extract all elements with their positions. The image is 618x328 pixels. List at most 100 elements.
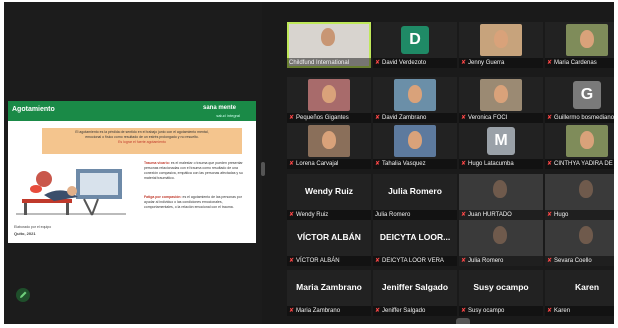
participant-name-label: Maria Zambrano bbox=[296, 308, 341, 314]
participant-name-bar: ✘ Lorena Carvajal bbox=[287, 159, 371, 169]
participant-name-bar: ✘ Maria Cardenas bbox=[545, 58, 614, 68]
participant-name-bar: Childfund International bbox=[287, 58, 371, 68]
participant-tile[interactable]: ✘ CINTHYA YADIRA DE ... bbox=[545, 123, 614, 169]
participant-profile-photo bbox=[480, 24, 522, 56]
mic-muted-icon: ✘ bbox=[547, 258, 553, 264]
participant-name-bar: ✘ Hugo Latacumba bbox=[459, 159, 543, 169]
participant-display-name: Maria Zambrano bbox=[296, 282, 362, 292]
panel-resize-handle[interactable] bbox=[261, 162, 265, 176]
participant-name-label: Maria Cardenas bbox=[554, 60, 597, 66]
shared-screen-area: Agotamiento sana mente salud integral El… bbox=[4, 2, 262, 324]
participant-name-label: Juan HURTADO bbox=[468, 212, 512, 218]
participant-name-bar: Julia Romero bbox=[373, 210, 457, 220]
mic-muted-icon: ✘ bbox=[547, 60, 553, 66]
participant-tile[interactable]: Jeniffer Salgado ✘ Jeniffer Salgado bbox=[373, 270, 457, 316]
slide-para1-term: Trauma vicario: bbox=[144, 161, 170, 165]
mic-muted-icon: ✘ bbox=[547, 115, 553, 121]
participant-tile[interactable]: Childfund International bbox=[287, 22, 371, 68]
participant-name-bar: ✘ VÍCTOR ALBÁN bbox=[287, 256, 371, 266]
participant-tile[interactable]: Karen ✘ Karen bbox=[545, 270, 614, 316]
participant-name-bar: ✘ Julia Romero bbox=[459, 256, 543, 266]
participant-name-bar: ✘ Hugo bbox=[545, 210, 614, 220]
participant-name-bar: ✘ Sevara Coello bbox=[545, 256, 614, 266]
slide-paragraph-2: Fatiga por compasión: es el agotamiento … bbox=[144, 195, 250, 210]
participant-name-label: Julia Romero bbox=[375, 212, 411, 218]
participant-name-bar: ✘ DEICYTA LOOR VERA bbox=[373, 256, 457, 266]
participant-name-label: Veronica FOCI bbox=[468, 115, 508, 121]
participant-name-bar: ✘ David Zambrano bbox=[373, 113, 457, 123]
annotate-pencil-icon[interactable] bbox=[16, 288, 30, 302]
gallery-page-handle[interactable] bbox=[456, 318, 470, 324]
participant-tile[interactable]: ✘ Sevara Coello bbox=[545, 220, 614, 266]
participant-tile[interactable]: ✘ Maria Cardenas bbox=[545, 22, 614, 68]
participant-tile[interactable]: ✘ David Zambrano bbox=[373, 77, 457, 123]
participant-tile[interactable]: G ✘ Guillermo bosmediano bbox=[545, 77, 614, 123]
mic-muted-icon: ✘ bbox=[461, 60, 467, 66]
participant-name-bar: ✘ CINTHYA YADIRA DE ... bbox=[545, 159, 614, 169]
participant-tile[interactable]: ✘ Lorena Carvajal bbox=[287, 123, 371, 169]
participant-tile[interactable]: DEICYTA LOOR... ✘ DEICYTA LOOR VERA bbox=[373, 220, 457, 266]
participant-name-bar: ✘ Jeniffer Salgado bbox=[373, 306, 457, 316]
participant-initial-avatar: D bbox=[401, 26, 429, 54]
participant-face bbox=[580, 131, 594, 149]
participant-face bbox=[494, 30, 508, 48]
participant-name-label: Pequeños Gigantes bbox=[296, 115, 349, 121]
mic-muted-icon: ✘ bbox=[289, 212, 295, 218]
participant-tile[interactable]: ✘ Pequeños Gigantes bbox=[287, 77, 371, 123]
shared-slide: Agotamiento sana mente salud integral El… bbox=[8, 101, 256, 243]
participant-display-name: Karen bbox=[574, 282, 600, 292]
participant-tile[interactable]: ✘ Juan HURTADO bbox=[459, 174, 543, 220]
participant-name-label: VÍCTOR ALBÁN bbox=[296, 258, 340, 264]
participant-name-bar: ✘ Tahalia Vasquez bbox=[373, 159, 457, 169]
participant-tile[interactable]: Susy ocampo ✘ Susy ocampo bbox=[459, 270, 543, 316]
mic-muted-icon: ✘ bbox=[461, 115, 467, 121]
mic-muted-icon: ✘ bbox=[461, 212, 467, 218]
participant-tile[interactable]: D ✘ David Verdezoto bbox=[373, 22, 457, 68]
participant-profile-photo bbox=[308, 79, 350, 111]
participant-name-label: DEICYTA LOOR VERA bbox=[382, 258, 444, 264]
participant-name-label: Sevara Coello bbox=[554, 258, 592, 264]
participant-tile[interactable]: Wendy Ruiz ✘ Wendy Ruiz bbox=[287, 174, 371, 220]
participant-name-label: Guillermo bosmediano bbox=[554, 115, 614, 121]
participant-initial-avatar: M bbox=[487, 127, 515, 155]
mic-muted-icon: ✘ bbox=[375, 115, 381, 121]
participant-tile[interactable]: ✘ Julia Romero bbox=[459, 220, 543, 266]
participant-name-bar: ✘ David Verdezoto bbox=[373, 58, 457, 68]
participant-profile-photo bbox=[480, 79, 522, 111]
participant-tile[interactable]: VÍCTOR ALBÁN ✘ VÍCTOR ALBÁN bbox=[287, 220, 371, 266]
slide-paragraph-1: Trauma vicario: es el malestar o trauma … bbox=[144, 161, 250, 181]
participant-name-bar: ✘ Wendy Ruiz bbox=[287, 210, 371, 220]
mic-muted-icon: ✘ bbox=[375, 161, 381, 167]
slide-box-line3: Es lograr el fuerte agotamiento bbox=[118, 140, 166, 144]
participant-name-bar: ✘ Maria Zambrano bbox=[287, 306, 371, 316]
participant-name-bar: ✘ Veronica FOCI bbox=[459, 113, 543, 123]
participant-tile[interactable]: ✘ Hugo bbox=[545, 174, 614, 220]
participant-name-label: David Verdezoto bbox=[382, 60, 427, 66]
mic-muted-icon: ✘ bbox=[375, 258, 381, 264]
participant-face bbox=[580, 30, 594, 48]
participant-profile-photo bbox=[566, 125, 608, 157]
mic-muted-icon: ✘ bbox=[289, 258, 295, 264]
mic-muted-icon: ✘ bbox=[547, 161, 553, 167]
participant-tile[interactable]: ✘ Veronica FOCI bbox=[459, 77, 543, 123]
mic-muted-icon: ✘ bbox=[375, 308, 381, 314]
participant-tile[interactable]: ✘ Jenny Guerra bbox=[459, 22, 543, 68]
participant-tile[interactable]: ✘ Tahalia Vasquez bbox=[373, 123, 457, 169]
participant-tile[interactable]: Maria Zambrano ✘ Maria Zambrano bbox=[287, 270, 371, 316]
participant-initial-avatar: G bbox=[573, 81, 601, 109]
participant-display-name: Julia Romero bbox=[388, 186, 442, 196]
participant-display-name: VÍCTOR ALBÁN bbox=[297, 232, 361, 242]
participant-tile[interactable]: Julia Romero Julia Romero bbox=[373, 174, 457, 220]
participant-name-label: Hugo bbox=[554, 212, 569, 218]
participant-profile-photo bbox=[566, 24, 608, 56]
participant-video-person bbox=[493, 226, 507, 244]
meeting-window: Agotamiento sana mente salud integral El… bbox=[4, 2, 614, 324]
slide-header: Agotamiento sana mente salud integral bbox=[8, 101, 256, 121]
participant-tile[interactable]: M ✘ Hugo Latacumba bbox=[459, 123, 543, 169]
participant-face bbox=[408, 131, 422, 149]
slide-logo: sana mente bbox=[202, 105, 236, 111]
mic-muted-icon: ✘ bbox=[461, 161, 467, 167]
participant-name-label: Wendy Ruiz bbox=[296, 212, 329, 218]
slide-para2-term: Fatiga por compasión: bbox=[144, 195, 182, 199]
participant-name-label: Tahalia Vasquez bbox=[382, 161, 426, 167]
